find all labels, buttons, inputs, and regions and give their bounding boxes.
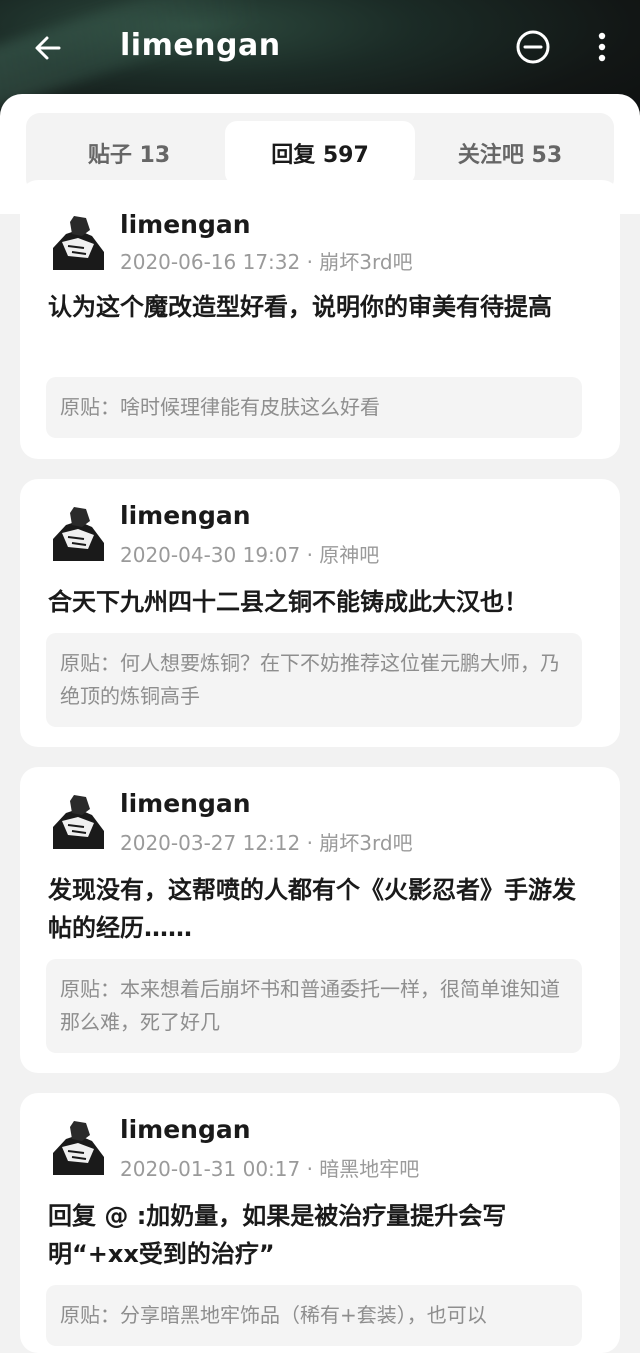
reply-username[interactable]: limengan: [120, 210, 251, 239]
block-user-button[interactable]: [512, 26, 554, 68]
original-post-quote[interactable]: 原贴：啥时候理律能有皮肤这么好看: [46, 377, 582, 438]
reply-meta: 2020-01-31 00:17 · 暗黑地牢吧: [120, 1157, 420, 1181]
tab-followed-bars[interactable]: 关注吧 53: [415, 121, 605, 185]
minus-circle-icon: [516, 30, 550, 64]
reply-card[interactable]: limengan 2020-03-27 12:12 · 崩坏3rd吧 发现没有，…: [20, 767, 620, 1073]
reply-card[interactable]: limengan 2020-04-30 19:07 · 原神吧 合天下九州四十二…: [20, 479, 620, 747]
tab-replies[interactable]: 回复 597: [225, 121, 415, 185]
more-options-button[interactable]: [584, 26, 620, 68]
tab-posts[interactable]: 贴子 13: [34, 121, 224, 185]
reply-card[interactable]: limengan 2020-06-16 17:32 · 崩坏3rd吧 认为这个魔…: [20, 180, 620, 459]
reply-meta: 2020-03-27 12:12 · 崩坏3rd吧: [120, 831, 413, 855]
original-post-quote[interactable]: 原贴：分享暗黑地牢饰品（稀有+套装），也可以: [46, 1285, 582, 1346]
avatar[interactable]: [48, 503, 108, 563]
page-title: limengan: [120, 28, 281, 63]
reply-content: 发现没有，这帮喷的人都有个《火影忍者》手游发帖的经历……: [48, 876, 576, 942]
avatar[interactable]: [48, 212, 108, 272]
reply-content: 认为这个魔改造型好看，说明你的审美有待提高: [48, 293, 552, 321]
more-vertical-icon: [598, 32, 606, 62]
reply-username[interactable]: limengan: [120, 1115, 251, 1144]
reply-content: 回复 @ :加奶量，如果是被治疗量提升会写明“+xx受到的治疗”: [48, 1202, 507, 1268]
reply-card[interactable]: limengan 2020-01-31 00:17 · 暗黑地牢吧 回复 @ :…: [20, 1093, 620, 1353]
original-post-quote[interactable]: 原贴：本来想着后崩坏书和普通委托一样，很简单谁知道那么难，死了好几: [46, 959, 582, 1053]
avatar[interactable]: [48, 791, 108, 851]
reply-username[interactable]: limengan: [120, 789, 251, 818]
reply-meta: 2020-06-16 17:32 · 崩坏3rd吧: [120, 250, 413, 274]
reply-meta: 2020-04-30 19:07 · 原神吧: [120, 543, 380, 567]
avatar[interactable]: [48, 1117, 108, 1177]
arrow-left-icon: [35, 36, 61, 60]
original-post-quote[interactable]: 原贴：何人想要炼铜？在下不妨推荐这位崔元鹏大师，乃绝顶的炼铜高手: [46, 633, 582, 727]
back-button[interactable]: [26, 26, 70, 70]
reply-username[interactable]: limengan: [120, 501, 251, 530]
reply-content: 合天下九州四十二县之铜不能铸成此大汉也！: [48, 588, 528, 616]
